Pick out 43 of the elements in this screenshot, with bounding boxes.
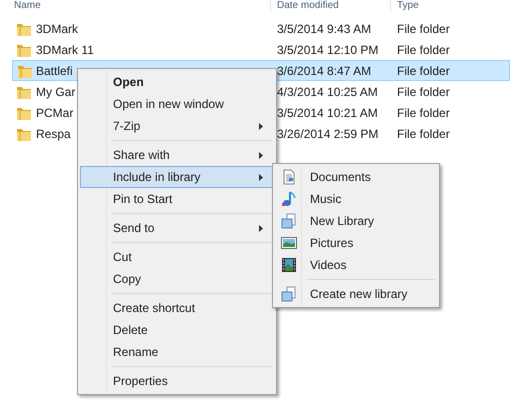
film-strip-icon (281, 257, 297, 273)
menu-item[interactable]: 7-Zip (80, 115, 274, 137)
library-icon (281, 286, 297, 302)
menu-item-label: Open (113, 75, 144, 89)
menu-item[interactable]: Copy (80, 268, 274, 290)
menu-item[interactable]: Open (80, 71, 274, 93)
file-date: 3/6/2014 8:47 AM (277, 60, 397, 81)
file-date: 3/5/2014 10:21 AM (277, 104, 379, 122)
file-date: 3/5/2014 12:10 PM (277, 42, 380, 58)
menu-item[interactable]: Music (275, 188, 437, 210)
file-date: 3/5/2014 9:43 AM (277, 20, 372, 38)
menu-item[interactable]: Open in new window (80, 93, 274, 115)
document-icon (281, 169, 297, 185)
file-type: File folder (397, 126, 451, 142)
file-type: File folder (397, 84, 451, 100)
column-header[interactable]: Date modified (270, 0, 390, 12)
library-icon (281, 213, 297, 229)
menu-item[interactable]: Videos (275, 254, 437, 276)
menu-item[interactable]: Create shortcut (80, 297, 274, 319)
column-header[interactable]: Name (0, 0, 270, 12)
file-date: 3/26/2014 2:59 PM (277, 126, 380, 142)
file-type: File folder (397, 20, 451, 38)
menu-item[interactable]: Include in library (80, 166, 274, 188)
file-type: File folder (397, 60, 510, 81)
music-note-icon (281, 191, 297, 207)
menu-item[interactable]: Share with (80, 144, 274, 166)
file-name[interactable]: 3DMark 11 (36, 39, 277, 60)
file-date: 4/3/2014 10:25 AM (277, 84, 379, 100)
menu-item[interactable]: Documents (275, 166, 437, 188)
file-type: File folder (397, 42, 451, 58)
file-name[interactable]: 3DMark (36, 18, 277, 39)
menu-item[interactable]: Rename (80, 341, 274, 363)
column-header[interactable]: Type (390, 0, 419, 12)
menu-item[interactable]: Cut (80, 246, 274, 268)
file-type: File folder (397, 104, 451, 122)
menu-item[interactable]: Delete (80, 319, 274, 341)
menu-item[interactable]: Pictures (275, 232, 437, 254)
menu-item[interactable]: Send to (80, 217, 274, 239)
menu-item[interactable]: Create new library (275, 283, 437, 305)
menu-item[interactable]: Pin to Start (80, 188, 274, 210)
menu-item[interactable]: New Library (275, 210, 437, 232)
menu-item[interactable]: Properties (80, 370, 274, 392)
landscape-picture-icon (281, 235, 297, 251)
